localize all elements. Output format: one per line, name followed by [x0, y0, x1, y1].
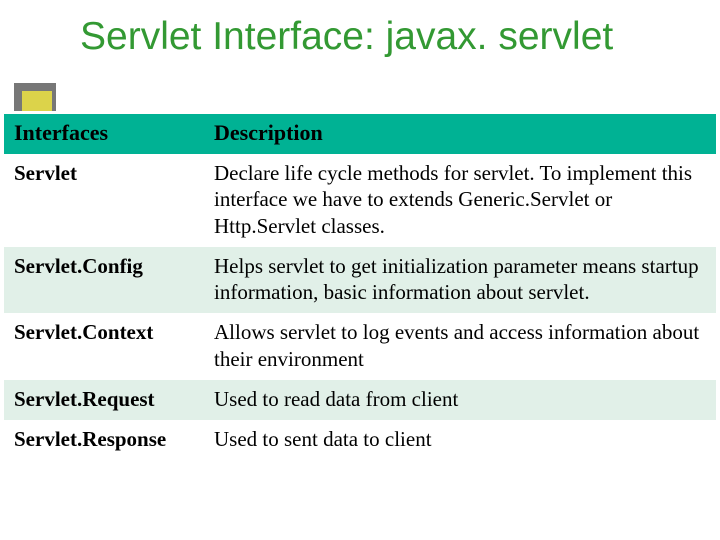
table-header-row: Interfaces Description	[4, 114, 716, 154]
interface-name: Servlet.Config	[4, 247, 204, 314]
interface-name: Servlet.Request	[4, 380, 204, 420]
header-description: Description	[204, 114, 716, 154]
header-interfaces: Interfaces	[4, 114, 204, 154]
interface-description: Used to sent data to client	[204, 420, 716, 460]
interface-description: Helps servlet to get initialization para…	[204, 247, 716, 314]
interface-description: Declare life cycle methods for servlet. …	[204, 154, 716, 247]
table-row: Servlet.Response Used to sent data to cl…	[4, 420, 716, 460]
table-row: Servlet.Context Allows servlet to log ev…	[4, 313, 716, 380]
table-row: Servlet Declare life cycle methods for s…	[4, 154, 716, 247]
table-row: Servlet.Request Used to read data from c…	[4, 380, 716, 420]
interface-description: Allows servlet to log events and access …	[204, 313, 716, 380]
interface-name: Servlet	[4, 154, 204, 247]
interfaces-table: Interfaces Description Servlet Declare l…	[4, 114, 716, 460]
interface-description: Used to read data from client	[204, 380, 716, 420]
slide: Servlet Interface: javax. servlet Interf…	[0, 0, 720, 540]
slide-title: Servlet Interface: javax. servlet	[80, 15, 613, 59]
interface-name: Servlet.Context	[4, 313, 204, 380]
bullet-decoration-icon	[14, 83, 56, 111]
table-row: Servlet.Config Helps servlet to get init…	[4, 247, 716, 314]
interface-name: Servlet.Response	[4, 420, 204, 460]
